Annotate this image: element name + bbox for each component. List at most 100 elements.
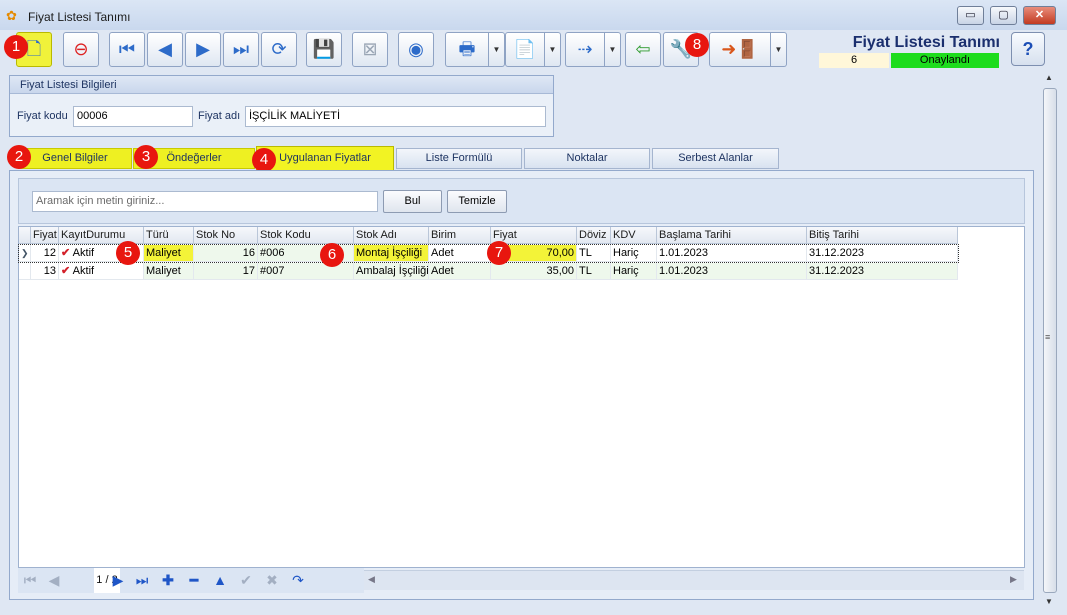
- first-record-icon: ⏮: [118, 39, 136, 59]
- title-bar: ✿ Fiyat Listesi Tanımı ▭ ▢ ✕: [0, 0, 1067, 30]
- scroll-right-icon[interactable]: ▶: [1010, 574, 1017, 585]
- scroll-up-icon[interactable]: ▲: [1045, 73, 1053, 82]
- save-button[interactable]: 💾: [306, 32, 342, 67]
- import-button[interactable]: ⇦: [625, 32, 661, 67]
- exit-button[interactable]: ➜🚪: [709, 32, 771, 67]
- column-header-fiyat[interactable]: Fiyat: [31, 227, 59, 244]
- previous-record-button[interactable]: ◀: [147, 32, 183, 67]
- cell-kdv[interactable]: Hariç: [611, 245, 657, 262]
- help-button[interactable]: ?: [1011, 32, 1045, 66]
- save-icon: 💾: [312, 39, 336, 59]
- maximize-button[interactable]: ▢: [990, 6, 1017, 25]
- first-record-button[interactable]: ⏮: [109, 32, 145, 67]
- scroll-down-icon[interactable]: ▼: [1045, 597, 1053, 606]
- callout-badge-6: 6: [320, 243, 344, 267]
- cell-durum[interactable]: ✔ Aktif: [59, 263, 144, 280]
- nav-prev-icon[interactable]: ◀: [44, 568, 64, 593]
- nav-first-icon[interactable]: ⏮: [20, 568, 40, 593]
- column-header-baslama-tarihi[interactable]: Başlama Tarihi: [657, 227, 807, 244]
- cell-turu[interactable]: Maliyet: [144, 263, 194, 280]
- nav-add-icon[interactable]: ✚: [158, 568, 178, 593]
- cell-fiyat[interactable]: 13: [31, 263, 59, 280]
- callout-badge-4: 4: [252, 148, 276, 172]
- chevron-down-icon: ▼: [774, 45, 783, 54]
- column-header-stok-no[interactable]: Stok No: [194, 227, 258, 244]
- cell-stok-kodu[interactable]: #007: [258, 263, 354, 280]
- preview-button[interactable]: ◉: [398, 32, 434, 67]
- cell-birim[interactable]: Adet: [429, 263, 491, 280]
- export-button[interactable]: ⇢: [565, 32, 605, 67]
- nav-up-icon[interactable]: ▲: [210, 568, 230, 593]
- tab-free-fields[interactable]: Serbest Alanlar: [652, 148, 779, 169]
- price-name-label: Fiyat adı: [198, 110, 241, 122]
- save-cancel-button[interactable]: ⊠: [352, 32, 388, 67]
- chevron-down-icon: ▼: [608, 45, 617, 54]
- tab-general-info[interactable]: Genel Bilgiler: [18, 148, 132, 169]
- exit-dropdown[interactable]: ▼: [771, 32, 787, 67]
- price-name-field[interactable]: İŞÇİLİK MALİYETİ: [245, 106, 546, 127]
- column-header-kdv[interactable]: KDV: [611, 227, 657, 244]
- cell-kdv[interactable]: Hariç: [611, 263, 657, 280]
- prices-grid: Fiyat KayıtDurumu Türü Stok No Stok Kodu…: [18, 226, 1025, 568]
- cell-stok-no[interactable]: 16: [194, 245, 258, 262]
- minimize-button[interactable]: ▭: [957, 6, 984, 25]
- cell-birim[interactable]: Adet: [429, 245, 491, 262]
- record-number: 6: [819, 53, 889, 68]
- nav-cancel-icon[interactable]: ✖: [262, 568, 282, 593]
- cell-baslama[interactable]: 1.01.2023: [657, 263, 807, 280]
- table-row[interactable]: 13 ✔ Aktif Maliyet 17 #007 Ambalaj İşçil…: [19, 263, 958, 280]
- cell-stok-no[interactable]: 17: [194, 263, 258, 280]
- pdf-export-button[interactable]: 📄: [505, 32, 545, 67]
- cell-bitis[interactable]: 31.12.2023: [807, 245, 958, 262]
- scroll-left-icon[interactable]: ◀: [368, 574, 375, 585]
- row-selected-indicator-icon: ❯: [19, 245, 31, 262]
- search-input[interactable]: Aramak için metin giriniz...: [32, 191, 378, 212]
- tab-applied-prices[interactable]: Uygulanan Fiyatlar: [256, 146, 394, 172]
- cell-bitis[interactable]: 31.12.2023: [807, 263, 958, 280]
- scroll-grip-icon: ≡: [1045, 332, 1051, 342]
- nav-last-icon[interactable]: ⏭: [132, 568, 152, 593]
- find-button[interactable]: Bul: [383, 190, 442, 213]
- save-cancel-icon: ⊠: [362, 39, 378, 59]
- status-badge: Onaylandı: [891, 53, 999, 68]
- row-indicator: [19, 263, 31, 280]
- export-dropdown[interactable]: ▼: [605, 32, 621, 67]
- cell-fiyat[interactable]: 12: [31, 245, 59, 262]
- last-record-icon: ⏭: [232, 39, 250, 59]
- nav-remove-icon[interactable]: ━: [184, 568, 204, 593]
- next-record-button[interactable]: ▶: [185, 32, 221, 67]
- print-button[interactable]: 🖶: [445, 32, 489, 67]
- print-dropdown[interactable]: ▼: [489, 32, 505, 67]
- column-header-bitis-tarihi[interactable]: Bitiş Tarihi: [807, 227, 958, 244]
- vertical-scrollbar[interactable]: ▲ ≡ ▼: [1042, 70, 1058, 610]
- column-header-turu[interactable]: Türü: [144, 227, 194, 244]
- column-header-stok-adi[interactable]: Stok Adı: [354, 227, 429, 244]
- cell-baslama[interactable]: 1.01.2023: [657, 245, 807, 262]
- last-record-button[interactable]: ⏭: [223, 32, 259, 67]
- delete-document-button[interactable]: ⊖: [63, 32, 99, 67]
- window-title: Fiyat Listesi Tanımı: [28, 10, 131, 24]
- nav-confirm-icon[interactable]: ✔: [236, 568, 256, 593]
- column-header-birim[interactable]: Birim: [429, 227, 491, 244]
- refresh-button[interactable]: ⟳: [261, 32, 297, 67]
- pdf-dropdown[interactable]: ▼: [545, 32, 561, 67]
- close-button[interactable]: ✕: [1023, 6, 1056, 25]
- next-record-icon: ▶: [196, 39, 210, 59]
- clear-button[interactable]: Temizle: [447, 190, 507, 213]
- tab-list-formula[interactable]: Liste Formülü: [396, 148, 522, 169]
- nav-refresh-icon[interactable]: ↷: [288, 568, 308, 593]
- price-code-label: Fiyat kodu: [17, 110, 68, 122]
- cell-tutar[interactable]: 35,00: [491, 263, 577, 280]
- cell-stok-adi[interactable]: Montaj İşçiliği: [354, 245, 429, 262]
- column-header-stok-kodu[interactable]: Stok Kodu: [258, 227, 354, 244]
- callout-badge-1: 1: [4, 35, 28, 59]
- nav-next-icon[interactable]: ▶: [108, 568, 128, 593]
- column-header-doviz[interactable]: Döviz: [577, 227, 611, 244]
- horizontal-scrollbar[interactable]: ◀ ▶: [364, 570, 1024, 590]
- cell-stok-adi[interactable]: Ambalaj İşçiliği: [354, 263, 429, 280]
- price-code-field[interactable]: 00006: [73, 106, 193, 127]
- tab-points[interactable]: Noktalar: [524, 148, 650, 169]
- cell-doviz[interactable]: TL: [577, 263, 611, 280]
- cell-doviz[interactable]: TL: [577, 245, 611, 262]
- cell-turu[interactable]: Maliyet: [144, 245, 194, 262]
